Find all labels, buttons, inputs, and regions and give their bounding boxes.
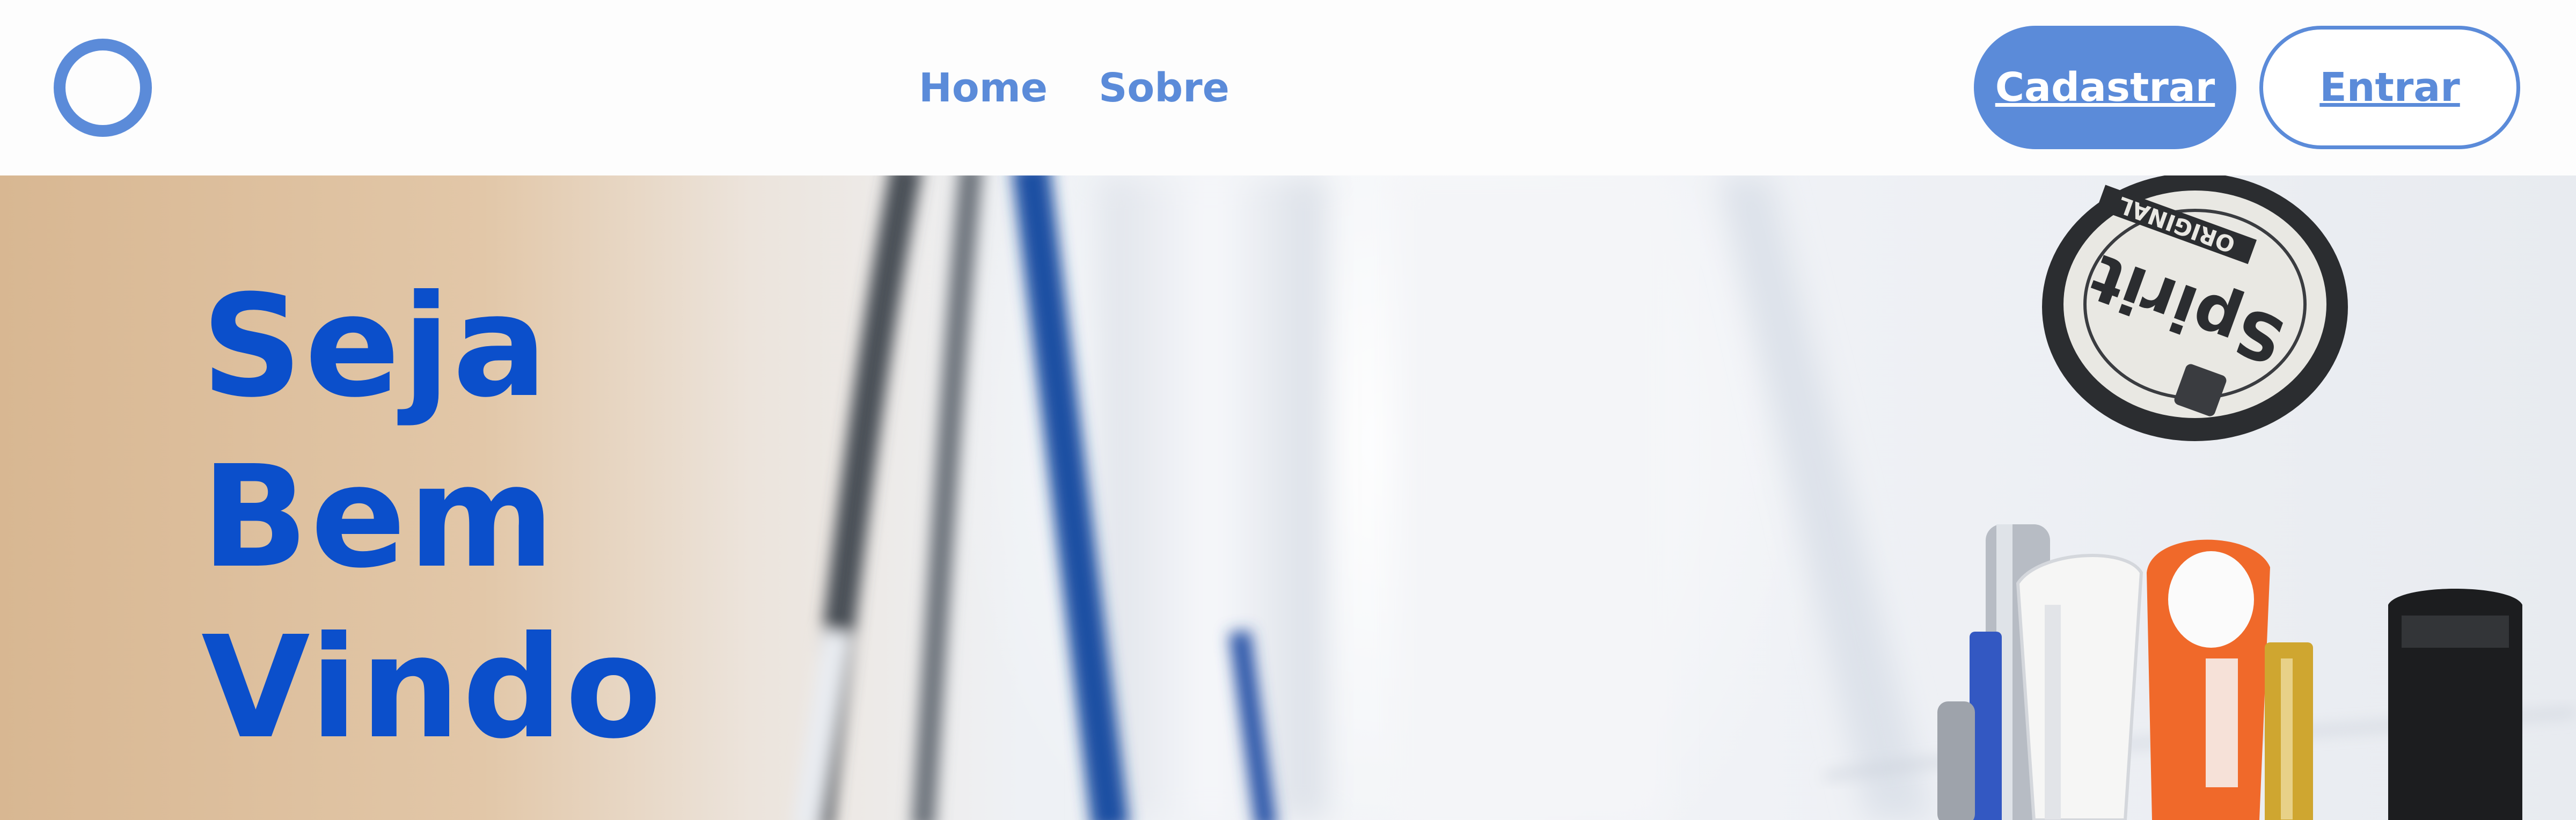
nav-link-home[interactable]: Home (919, 65, 1048, 111)
hero-title-line: Vindo (201, 606, 664, 770)
top-navbar: Home Sobre Cadastrar Entrar (0, 0, 2576, 175)
stethoscope-tubes (793, 175, 983, 820)
main-nav: Home Sobre (919, 0, 1280, 175)
ring-logo-icon[interactable] (54, 39, 152, 137)
hero-title-line: Bem (201, 435, 557, 599)
hero-title-line: Seja (201, 265, 550, 428)
hero-banner: Spirit ORIGINAL Seja Bem Vindo (0, 175, 2576, 820)
pens-in-pocket (1937, 524, 2522, 820)
signup-button[interactable]: Cadastrar (1974, 26, 2236, 149)
coat-folds (1100, 175, 1932, 820)
hero-title: Seja Bem Vindo (201, 261, 738, 773)
nav-link-sobre[interactable]: Sobre (1099, 65, 1230, 111)
login-button[interactable]: Entrar (2259, 26, 2520, 149)
spirit-badge-icon: Spirit ORIGINAL (2042, 175, 2348, 441)
